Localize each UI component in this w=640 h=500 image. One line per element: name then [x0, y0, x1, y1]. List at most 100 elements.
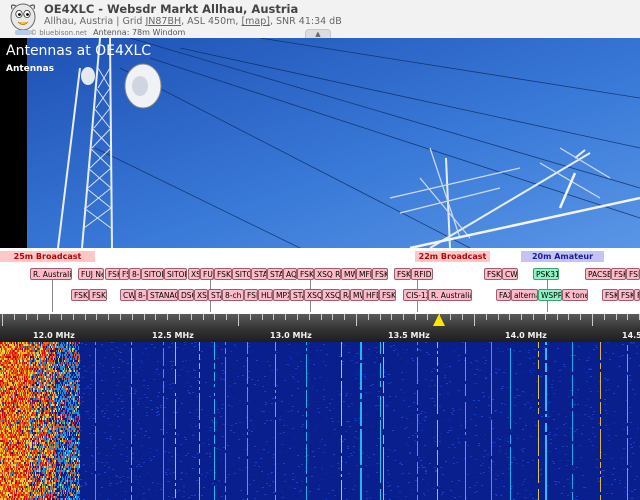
waterfall-pixel	[10, 470, 11, 472]
station-label[interactable]: FSK	[634, 289, 640, 301]
station-label[interactable]: 8-ch	[222, 289, 244, 301]
waterfall-pixel	[106, 342, 108, 343]
waterfall-pixel	[151, 409, 153, 410]
station-label[interactable]: FSK	[297, 268, 314, 280]
station-label[interactable]: STA	[290, 289, 304, 301]
waterfall-pixel	[478, 443, 480, 444]
station-label-digital[interactable]: WSPR	[538, 289, 562, 301]
station-label[interactable]: FSK	[89, 289, 107, 301]
station-label[interactable]: CW	[120, 289, 135, 301]
station-label[interactable]: HFD	[363, 289, 379, 301]
station-label[interactable]: Ra	[340, 289, 350, 301]
waterfall-pixel	[11, 416, 12, 418]
waterfall-pixel	[1, 416, 2, 418]
waterfall-pixel	[82, 377, 84, 378]
waterfall-pixel	[605, 410, 607, 411]
station-label[interactable]: FSK	[484, 268, 502, 280]
band-25m-broadcast[interactable]: 25m Broadcast	[0, 251, 95, 262]
waterfall-pixel	[480, 473, 482, 474]
station-label[interactable]: alterna	[511, 289, 538, 301]
band-22m-broadcast[interactable]: 22m Broadcast	[415, 251, 490, 262]
scale-tick	[415, 314, 416, 320]
station-label[interactable]: STANAG	[147, 289, 178, 301]
station-label[interactable]: FSK	[372, 268, 388, 280]
station-label[interactable]: SITOR	[141, 268, 164, 280]
station-label-digital[interactable]: PSK31	[533, 268, 559, 280]
station-label[interactable]: FSK	[379, 289, 396, 301]
band-20m-amateur[interactable]: 20m Amateur	[521, 251, 604, 262]
station-label[interactable]: HLI	[258, 289, 273, 301]
station-label[interactable]: K tones	[562, 289, 588, 301]
waterfall-pixel	[206, 472, 208, 473]
map-link[interactable]: [map]	[241, 16, 270, 27]
station-label[interactable]: FSK	[618, 289, 634, 301]
station-label[interactable]: SITOR	[164, 268, 187, 280]
waterfall-pixel	[17, 372, 18, 374]
station-label[interactable]: MFD	[356, 268, 372, 280]
waterfall-display[interactable]	[0, 342, 640, 500]
station-label[interactable]: FSK	[626, 268, 640, 280]
station-label[interactable]: XSQ	[304, 289, 322, 301]
waterfall-pixel	[11, 470, 12, 472]
waterfall-pixel	[26, 428, 27, 430]
station-label[interactable]: STA	[267, 268, 283, 280]
station-label[interactable]: FUJ Ne	[78, 268, 104, 280]
waterfall-pixel	[12, 422, 13, 424]
waterfall-pixel	[149, 458, 151, 459]
waterfall-pixel	[23, 454, 24, 456]
waterfall-pixel	[485, 377, 487, 378]
station-label[interactable]: XSQ	[322, 289, 340, 301]
waterfall-pixel	[2, 434, 3, 436]
station-label[interactable]: FSK	[611, 268, 626, 280]
station-label[interactable]: MPX	[273, 289, 290, 301]
station-label[interactable]: AQI	[283, 268, 297, 280]
station-label[interactable]: R. Australia	[30, 268, 72, 280]
waterfall-pixel	[474, 414, 476, 415]
waterfall-pixel	[28, 366, 29, 368]
station-label[interactable]: FSK	[214, 268, 232, 280]
waterfall-pixel	[1, 386, 2, 388]
waterfall-pixel	[81, 343, 83, 344]
frequency-scale[interactable]: 12.0 MHz 12.5 MHz 13.0 MHz 13.5 MHz 14.0…	[0, 314, 640, 342]
station-label[interactable]: 8-c	[135, 289, 147, 301]
waterfall-pixel	[11, 386, 12, 388]
grid-locator-link[interactable]: JN87BH	[145, 16, 181, 27]
waterfall-pixel	[7, 400, 8, 402]
waterfall-pixel	[186, 389, 188, 390]
station-label[interactable]: CW	[502, 268, 518, 280]
station-label[interactable]: XSQ Ra	[314, 268, 341, 280]
waterfall-pixel	[270, 420, 272, 421]
station-label[interactable]: FAX	[496, 289, 511, 301]
station-label[interactable]: CIS-12	[403, 289, 428, 301]
waterfall-pixel	[15, 436, 16, 438]
station-label[interactable]: DSC	[178, 289, 194, 301]
station-label[interactable]: MW	[350, 289, 363, 301]
station-label[interactable]: FSK	[394, 268, 411, 280]
waterfall-pixel	[10, 476, 11, 478]
station-label[interactable]: FUJ	[200, 268, 214, 280]
waterfall-pixel	[0, 426, 1, 428]
waterfall-pixel	[20, 386, 21, 388]
station-label[interactable]: 8-c	[129, 268, 141, 280]
station-label[interactable]: STA	[208, 289, 222, 301]
station-label[interactable]: SITO	[232, 268, 251, 280]
station-label[interactable]: XSC	[194, 289, 208, 301]
waterfall-pixel	[5, 422, 6, 424]
waterfall-pixel	[396, 457, 398, 458]
station-label[interactable]: FSK	[602, 289, 618, 301]
station-label[interactable]: RFID	[411, 268, 433, 280]
station-label[interactable]: PACSE	[585, 268, 611, 280]
station-label[interactable]: STA	[251, 268, 267, 280]
station-label[interactable]: MW	[341, 268, 356, 280]
station-label[interactable]: XS	[188, 268, 200, 280]
station-label[interactable]: FSK	[119, 268, 129, 280]
waterfall-pixel	[622, 344, 624, 345]
station-label[interactable]: FSK	[71, 289, 89, 301]
station-label[interactable]: FSK	[244, 289, 258, 301]
waterfall-pixel	[458, 480, 460, 481]
waterfall-pixel	[164, 439, 166, 440]
station-label[interactable]: R. Australia	[428, 289, 472, 301]
waterfall-pixel	[3, 418, 4, 420]
waterfall-pixel	[20, 496, 21, 498]
waterfall-pixel	[23, 342, 24, 344]
